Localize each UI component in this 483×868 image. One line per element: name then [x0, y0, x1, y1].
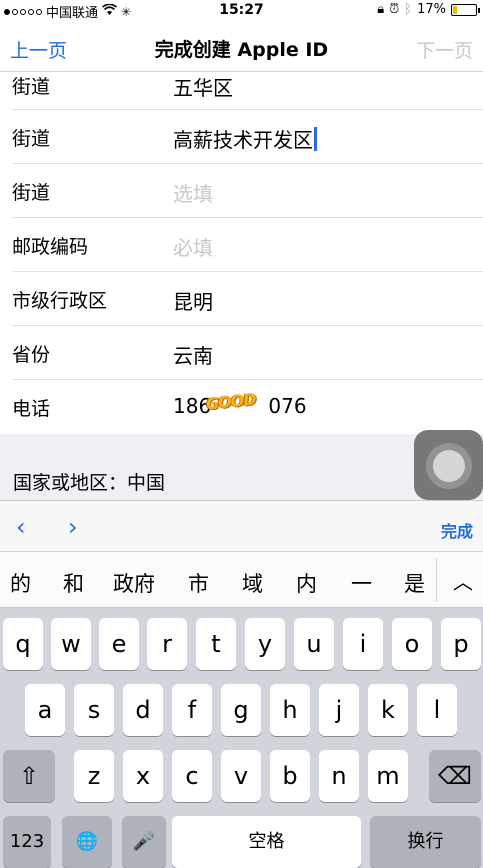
- key-m[interactable]: m: [368, 750, 408, 802]
- status-right: 🔒︎ ⏰︎ ᛒ 17%: [377, 2, 480, 17]
- phone-label: 电话: [12, 398, 51, 420]
- key-i[interactable]: i: [343, 618, 383, 670]
- assistive-touch-button[interactable]: [414, 430, 483, 500]
- next-field-chevron-icon[interactable]: ›: [68, 513, 78, 541]
- prev-field-chevron-icon[interactable]: ‹: [16, 513, 26, 541]
- street-2-value: 高薪技术开发区: [173, 128, 313, 152]
- key-g[interactable]: g: [221, 684, 261, 736]
- key-w[interactable]: w: [51, 618, 91, 670]
- key-d[interactable]: d: [123, 684, 163, 736]
- key-r[interactable]: r: [147, 618, 187, 670]
- candidate-item[interactable]: 政府: [113, 568, 155, 598]
- next-page-button[interactable]: 下一页: [416, 36, 473, 63]
- form-row-street-3[interactable]: 街道 选填: [12, 164, 483, 218]
- street-2-field[interactable]: 高薪技术开发区: [173, 124, 317, 153]
- keyboard-toolbar: ‹ › 完成: [0, 500, 483, 552]
- street-1-field[interactable]: 五华区: [173, 72, 233, 101]
- key-j[interactable]: j: [319, 684, 359, 736]
- text-cursor: [314, 127, 317, 151]
- status-bar: 中国联通 ✳ 15:27 🔒︎ ⏰︎ ᛒ 17%: [0, 0, 483, 21]
- address-form: 街道 五华区 街道 高薪技术开发区 街道 选填 邮政编码 必填 市级行政区 昆明…: [0, 72, 483, 434]
- candidate-item[interactable]: 内: [296, 568, 317, 598]
- province-label: 省份: [12, 344, 51, 366]
- key-l[interactable]: l: [417, 684, 457, 736]
- alarm-icon: ⏰︎: [389, 2, 400, 17]
- page-title: 完成创建 Apple ID: [154, 39, 329, 61]
- battery-icon: [451, 3, 480, 16]
- rotation-lock-icon: 🔒︎: [377, 2, 385, 17]
- candidate-item[interactable]: 一: [351, 568, 372, 598]
- candidate-item[interactable]: 和: [63, 568, 84, 598]
- done-button[interactable]: 完成: [441, 518, 473, 542]
- key-c[interactable]: c: [172, 750, 212, 802]
- candidate-item[interactable]: 是: [404, 568, 425, 598]
- candidate-item[interactable]: 市: [188, 568, 209, 598]
- form-row-street-1[interactable]: 街道 五华区: [12, 72, 483, 110]
- key-x[interactable]: x: [123, 750, 163, 802]
- assistive-touch-icon: [433, 450, 465, 482]
- space-key[interactable]: 空格: [172, 816, 361, 868]
- shift-key[interactable]: ⇧: [3, 750, 55, 802]
- nav-bar: 上一页 完成创建 Apple ID 下一页: [0, 22, 483, 72]
- key-u[interactable]: u: [294, 618, 334, 670]
- key-t[interactable]: t: [196, 618, 236, 670]
- key-e[interactable]: e: [99, 618, 139, 670]
- form-row-postal-code[interactable]: 邮政编码 必填: [12, 218, 483, 272]
- key-f[interactable]: f: [172, 684, 212, 736]
- key-b[interactable]: b: [270, 750, 310, 802]
- form-row-street-2[interactable]: 街道 高薪技术开发区: [12, 110, 483, 164]
- candidate-item[interactable]: 域: [242, 568, 263, 598]
- key-k[interactable]: k: [368, 684, 408, 736]
- battery-percent: 17%: [417, 2, 446, 17]
- key-o[interactable]: o: [392, 618, 432, 670]
- expand-candidates-chevron-up-icon[interactable]: ︿: [453, 566, 473, 595]
- key-n[interactable]: n: [319, 750, 359, 802]
- region-section: 国家或地区：中国: [0, 434, 483, 500]
- key-z[interactable]: z: [74, 750, 114, 802]
- key-q[interactable]: q: [3, 618, 43, 670]
- candidate-bar: 的 和 政府 市 域 内 一 是 ︿: [0, 552, 483, 608]
- province-field[interactable]: 云南: [173, 340, 213, 369]
- key-v[interactable]: v: [221, 750, 261, 802]
- country-region-label: 国家或地区：中国: [13, 472, 166, 494]
- postal-code-field[interactable]: 必填: [173, 232, 213, 261]
- backspace-key[interactable]: ⌫: [429, 750, 481, 802]
- key-s[interactable]: s: [74, 684, 114, 736]
- bluetooth-icon: ᛒ: [404, 2, 413, 17]
- candidate-item[interactable]: 的: [10, 568, 31, 598]
- form-row-city[interactable]: 市级行政区 昆明: [12, 272, 483, 326]
- key-y[interactable]: y: [245, 618, 285, 670]
- postal-code-label: 邮政编码: [12, 236, 89, 258]
- form-row-province[interactable]: 省份 云南: [12, 326, 483, 380]
- keyboard: q w e r t y u i o p a s d f g h j k l ⇧ …: [0, 608, 483, 868]
- divider: [436, 558, 437, 602]
- street-label: 街道: [12, 76, 51, 98]
- numbers-key[interactable]: 123: [3, 816, 51, 868]
- globe-icon[interactable]: 🌐: [62, 816, 112, 868]
- microphone-icon[interactable]: 🎤: [122, 816, 166, 868]
- key-h[interactable]: h: [270, 684, 310, 736]
- city-field[interactable]: 昆明: [173, 286, 213, 315]
- street-label: 街道: [12, 128, 51, 150]
- street-3-field[interactable]: 选填: [173, 178, 213, 207]
- key-p[interactable]: p: [441, 618, 481, 670]
- key-a[interactable]: a: [25, 684, 65, 736]
- return-key[interactable]: 换行: [370, 816, 481, 868]
- street-label: 街道: [12, 182, 51, 204]
- city-label: 市级行政区: [12, 290, 108, 312]
